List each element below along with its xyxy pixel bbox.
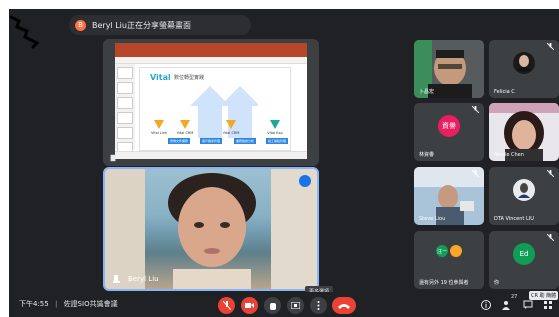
- profile-photo-avatar: [513, 52, 535, 75]
- presenting-chip[interactable]: B Beryl Liu正在分享螢幕畫面: [69, 15, 251, 35]
- present-screen-icon: [291, 302, 300, 309]
- hang-up-icon: [338, 303, 350, 309]
- slide-thumbnails: [115, 64, 135, 154]
- more-options-button[interactable]: [310, 297, 327, 314]
- raise-hand-button[interactable]: [264, 297, 281, 314]
- tri-marker: [270, 120, 280, 129]
- tri-marker: [154, 120, 164, 129]
- pin-icon: [113, 275, 120, 283]
- chat-icon[interactable]: [523, 300, 533, 310]
- self-initial-avatar: Ed: [513, 243, 535, 266]
- growth-arrows: [190, 86, 258, 138]
- ppt-ribbon: [115, 57, 307, 64]
- more-vert-icon: [317, 301, 320, 310]
- profile-photo-avatar: [513, 179, 535, 202]
- slide-box: 業務數據分析: [234, 138, 256, 144]
- mic-off-icon: [222, 301, 231, 310]
- pointer-icon: [110, 154, 116, 162]
- participant-count: 27: [511, 294, 518, 300]
- participant-name: DTA Vincent LIU: [494, 216, 534, 222]
- present-button[interactable]: [287, 297, 304, 314]
- participant-tile[interactable]: Felicia C: [489, 40, 559, 98]
- participant-tile[interactable]: Nicole Chen: [489, 103, 559, 161]
- speaker-video-person: [168, 173, 256, 289]
- tri-label: Vital Exp: [267, 131, 283, 135]
- participant-name: Nicole Chen: [494, 152, 524, 158]
- participant-name: 卜昌宏: [419, 89, 435, 95]
- others-count-label: 還有另外 19 位參與者: [419, 280, 469, 286]
- slide-subtitle: 數位轉型實踐: [174, 75, 205, 81]
- participant-name: 林資譽: [419, 152, 435, 158]
- slide-canvas: Vital 數位轉型實踐 Vital Link Vital CRM Vital …: [139, 67, 291, 151]
- powerpoint-window: Vital 數位轉型實踐 Vital Link Vital CRM Vital …: [115, 43, 307, 159]
- tri-marker: [180, 120, 190, 129]
- screen-share-tile[interactable]: Vital 數位轉型實踐 Vital Link Vital CRM Vital …: [103, 39, 319, 166]
- leave-call-button[interactable]: [332, 297, 356, 314]
- tri-label: Vital CRM: [176, 131, 194, 135]
- activities-icon[interactable]: [543, 300, 553, 310]
- slide-box: 雲端文件服務: [168, 138, 190, 144]
- participant-tile[interactable]: 卜昌宏: [414, 40, 484, 98]
- presenting-label: Beryl Liu正在分享螢幕畫面: [92, 20, 191, 30]
- tri-label: Vital Link: [150, 131, 168, 135]
- caption-badge: CR 助 簡體: [529, 291, 559, 300]
- ppt-title-bar: [115, 43, 307, 57]
- group-avatar: [450, 245, 462, 257]
- speaking-indicator-icon: [299, 175, 311, 187]
- group-avatar: 汪一: [436, 245, 448, 257]
- meeting-clock-title: 下午4:55 | 佐證SIO共識會議: [19, 300, 118, 308]
- info-icon[interactable]: [481, 300, 491, 310]
- mic-off-icon: [547, 170, 554, 177]
- mic-off-icon: [547, 43, 554, 50]
- meeting-stage: B Beryl Liu正在分享螢幕畫面 Vital 數位轉型實踐 Vital L…: [9, 9, 559, 317]
- mic-off-icon: [472, 106, 479, 113]
- video-wall-right: [271, 169, 317, 289]
- camera-toggle-button[interactable]: [241, 297, 258, 314]
- participant-name: Steve Liou: [419, 216, 446, 222]
- mic-off-icon: [547, 234, 554, 241]
- self-tile[interactable]: Ed 你: [489, 231, 559, 289]
- tri-label: Vital CRM: [222, 131, 240, 135]
- mic-toggle-button[interactable]: [218, 297, 235, 314]
- slide-box: 客戶關係管理: [200, 138, 222, 144]
- people-icon[interactable]: [501, 300, 511, 310]
- ppt-status-bar: [115, 151, 307, 159]
- annotation-scribble: [9, 15, 40, 49]
- participant-tile[interactable]: DTA Vincent LIU: [489, 167, 559, 225]
- speaker-name: Beryl Liu: [128, 275, 159, 283]
- meeting-title: 佐證SIO共識會議: [63, 300, 118, 308]
- participant-tile[interactable]: 資譽 林資譽: [414, 103, 484, 161]
- bottom-control-bar: 下午4:55 | 佐證SIO共識會議 27 CR 助 簡體: [9, 291, 559, 317]
- speaker-name-row: Beryl Liu: [113, 275, 159, 283]
- presenter-avatar: B: [75, 19, 86, 31]
- participant-tile[interactable]: Steve Liou: [414, 167, 484, 225]
- hand-icon: [269, 303, 276, 310]
- slide-box: 員工體驗管理: [266, 138, 288, 144]
- self-name: 你: [494, 280, 500, 286]
- participant-name: Felicia C: [494, 89, 515, 95]
- initial-avatar: 資譽: [438, 115, 460, 138]
- tri-marker: [226, 120, 236, 129]
- others-tile[interactable]: 汪一 還有另外 19 位參與者: [414, 231, 484, 289]
- clock-time: 下午4:55: [19, 300, 49, 308]
- mic-off-icon: [472, 170, 479, 177]
- camera-off-icon: [245, 303, 254, 308]
- group-avatars: 汪一: [436, 245, 462, 257]
- speaker-video-tile[interactable]: Beryl Liu: [103, 167, 319, 291]
- slide-brand: Vital: [150, 73, 171, 82]
- video-wall-left: [105, 169, 145, 289]
